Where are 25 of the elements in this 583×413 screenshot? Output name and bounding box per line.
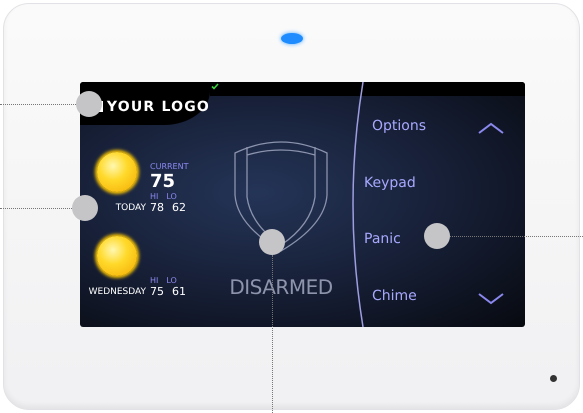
menu-item[interactable]: Chime bbox=[364, 270, 426, 320]
sun-icon bbox=[97, 152, 137, 192]
menu-item[interactable]: Options bbox=[364, 101, 426, 151]
status-text: DISARMED bbox=[229, 275, 333, 299]
day-label: TODAY bbox=[116, 202, 146, 214]
high-temperature: 78 bbox=[150, 202, 164, 214]
lo-label: LO bbox=[166, 276, 177, 286]
lo-label: LO bbox=[166, 192, 177, 202]
check-icon bbox=[211, 83, 219, 90]
low-temperature: 62 bbox=[172, 202, 186, 214]
chevron-down-icon bbox=[477, 290, 505, 307]
current-label: CURRENT bbox=[150, 162, 188, 172]
high-temperature: 75 bbox=[150, 286, 164, 298]
current-temperature: 75 bbox=[150, 172, 176, 192]
sun-icon bbox=[97, 236, 137, 276]
hi-label: HI bbox=[150, 276, 158, 286]
menu-item[interactable]: Panic bbox=[364, 214, 426, 264]
hi-label: HI bbox=[150, 192, 158, 202]
menu-item[interactable]: Keypad bbox=[364, 158, 426, 208]
sensor-dot bbox=[550, 375, 557, 382]
scroll-down-button[interactable] bbox=[477, 290, 505, 307]
led-light bbox=[280, 33, 302, 44]
logo-text: YOUR LOGO bbox=[106, 98, 210, 114]
day-label: WEDNESDAY bbox=[88, 286, 146, 298]
low-temperature: 61 bbox=[172, 286, 186, 298]
